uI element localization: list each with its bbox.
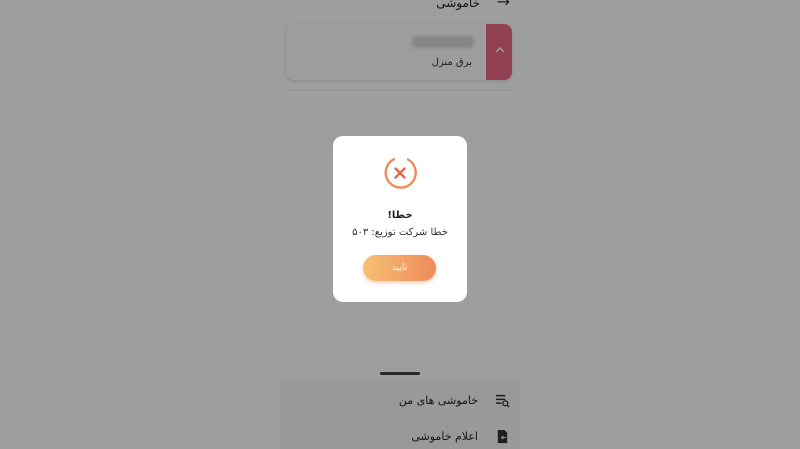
dialog-title: خطا! (387, 210, 413, 221)
dialog-message: خطا شرکت توزیع: ۵۰۳ (352, 227, 448, 238)
error-x-icon (384, 158, 417, 189)
error-dialog: خطا! خطا شرکت توزیع: ۵۰۳ تایید (333, 136, 467, 302)
confirm-button[interactable]: تایید (363, 255, 436, 281)
